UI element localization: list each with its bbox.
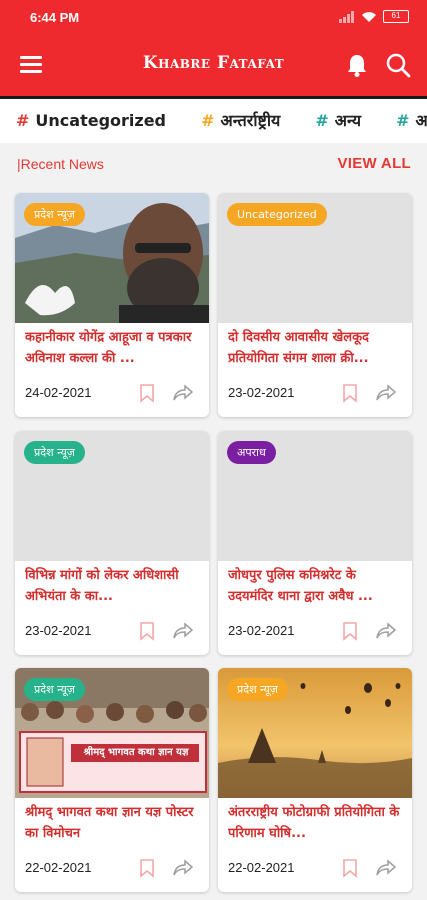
bookmark-icon[interactable]: [139, 621, 155, 641]
news-card[interactable]: श्रीमद् भागवत कथा ज्ञान यज्ञ प्रदेश न्यू…: [15, 668, 209, 892]
category-badge[interactable]: प्रदेश न्यूज़: [227, 678, 288, 701]
hash-icon: #: [315, 111, 329, 130]
news-card[interactable]: प्रदेश न्यूज़ अंतरराष्ट्रीय फोटोग्राफी प…: [218, 668, 412, 892]
recent-news-header: |Recent News VIEW ALL: [0, 150, 427, 180]
search-icon[interactable]: [385, 52, 411, 78]
bell-icon[interactable]: [345, 52, 369, 78]
news-card[interactable]: प्रदेश न्यूज़ कहानीकार योगेंद्र आहूजा व …: [15, 193, 209, 417]
bookmark-icon[interactable]: [139, 858, 155, 878]
category-badge[interactable]: प्रदेश न्यूज़: [24, 203, 85, 226]
news-card[interactable]: अपराध जोधपुर पुलिस कमिश्नरेट के उदयमंदिर…: [218, 431, 412, 655]
news-date: 22-02-2021: [25, 860, 92, 875]
news-date: 24-02-2021: [25, 385, 92, 400]
news-headline[interactable]: विभिन्न मांगों को लेकर अधिशासी अभियंता क…: [25, 565, 201, 609]
news-headline[interactable]: कहानीकार योगेंद्र आहूजा व पत्रकार अविनाश…: [25, 327, 201, 371]
bookmark-icon[interactable]: [342, 858, 358, 878]
news-headline[interactable]: अंतरराष्ट्रीय फोटोग्राफी प्रतियोगिता के …: [228, 802, 404, 846]
poster-banner-text: श्रीमद् भागवत कथा ज्ञान यज्ञ: [83, 747, 189, 758]
news-date: 23-02-2021: [228, 623, 295, 638]
category-badge[interactable]: प्रदेश न्यूज़: [24, 441, 85, 464]
status-icons: 61: [339, 10, 409, 23]
share-icon[interactable]: [376, 859, 396, 877]
section-title: |Recent News: [17, 156, 104, 172]
share-icon[interactable]: [173, 859, 193, 877]
category-bar: # Uncategorized # अन्तर्राष्ट्रीय # अन्य # अ…: [0, 99, 427, 143]
share-icon[interactable]: [173, 622, 193, 640]
category-chip[interactable]: #अन्य: [396, 99, 427, 143]
news-headline[interactable]: श्रीमद् भागवत कथा ज्ञान यज्ञ पोस्टर का व…: [25, 802, 201, 846]
hash-icon: #: [201, 111, 215, 130]
share-icon[interactable]: [376, 384, 396, 402]
category-badge[interactable]: अपराध: [227, 441, 276, 464]
bookmark-icon[interactable]: [342, 383, 358, 403]
status-time: 6:44 PM: [30, 10, 80, 25]
category-chip[interactable]: #अन्य: [315, 99, 361, 143]
news-date: 23-02-2021: [228, 385, 295, 400]
share-icon[interactable]: [376, 622, 396, 640]
hash-icon: #: [16, 111, 30, 130]
category-chip[interactable]: # अन्तर्राष्ट्रीय: [201, 99, 280, 143]
wifi-icon: [362, 11, 376, 22]
app-bar: Khabre Fatafat: [0, 36, 427, 96]
news-card[interactable]: Uncategorized दो दिवसीय आवासीय खेलकूद प्…: [218, 193, 412, 417]
news-date: 23-02-2021: [25, 623, 92, 638]
hash-icon: #: [396, 111, 410, 130]
status-bar: 6:44 PM 61: [0, 0, 427, 36]
bookmark-icon[interactable]: [139, 383, 155, 403]
share-icon[interactable]: [173, 384, 193, 402]
news-headline[interactable]: दो दिवसीय आवासीय खेलकूद प्रतियोगिता संगम…: [228, 327, 404, 371]
news-date: 22-02-2021: [228, 860, 295, 875]
view-all-link[interactable]: VIEW ALL: [337, 155, 411, 172]
category-badge[interactable]: Uncategorized: [227, 203, 327, 226]
battery-icon: 61: [383, 10, 409, 23]
category-chip[interactable]: # Uncategorized: [16, 99, 166, 143]
news-headline[interactable]: जोधपुर पुलिस कमिश्नरेट के उदयमंदिर थाना …: [228, 565, 404, 609]
category-badge[interactable]: प्रदेश न्यूज़: [24, 678, 85, 701]
bookmark-icon[interactable]: [342, 621, 358, 641]
news-card[interactable]: प्रदेश न्यूज़ विभिन्न मांगों को लेकर अधि…: [15, 431, 209, 655]
signal-icon: [339, 10, 355, 23]
